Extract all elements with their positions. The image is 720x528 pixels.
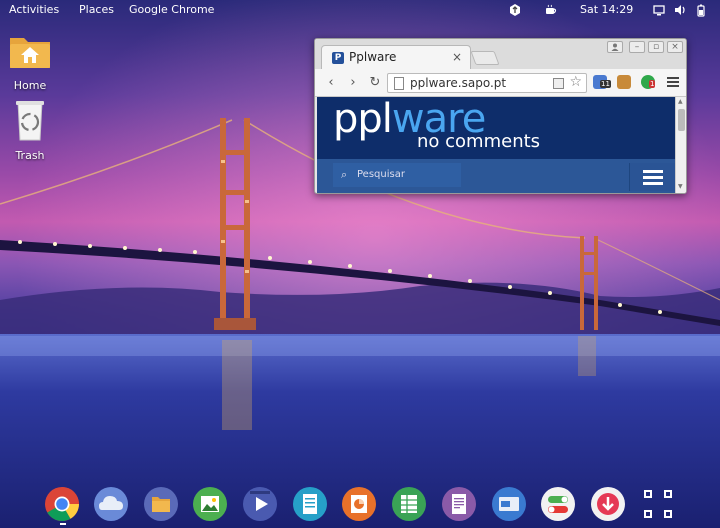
document-icon [293, 487, 327, 521]
scroll-thumb[interactable] [678, 109, 685, 131]
presentation-icon [342, 487, 376, 521]
settings-toggle-icon [541, 487, 575, 521]
volume-icon[interactable] [673, 3, 687, 17]
site-header: pplware no comments [317, 97, 675, 159]
display-icon[interactable] [652, 3, 666, 17]
image-viewer-icon [193, 487, 227, 521]
files-icon [144, 487, 178, 521]
top-panel: Activities Places Google Chrome Sat 14:2… [0, 0, 720, 20]
spreadsheet-icon [392, 487, 426, 521]
tab-pplware[interactable]: P Pplware × [321, 45, 471, 69]
dock-files[interactable] [143, 486, 179, 522]
site-search-input[interactable]: ⌕ Pesquisar [333, 163, 461, 187]
page-content: pplware no comments ⌕ Pesquisar [317, 97, 675, 193]
scroll-up-icon[interactable]: ▲ [678, 98, 683, 105]
text-editor-icon [442, 487, 476, 521]
forward-icon[interactable]: › [345, 75, 361, 91]
running-indicator [60, 523, 66, 525]
tab-title: Pplware [349, 50, 397, 64]
profile-icon[interactable] [607, 41, 623, 53]
browser-window: P Pplware × – ▫ × ‹ › ↻ pplware.sapo.pt … [314, 38, 687, 194]
desktop-icon-label: Trash [15, 149, 45, 162]
coffee-icon[interactable] [544, 3, 558, 17]
window-close-button[interactable]: × [667, 41, 683, 53]
extension-badge-1: 11 [600, 80, 611, 88]
dock-text-editor[interactable] [441, 486, 477, 522]
browser-toolbar: ‹ › ↻ pplware.sapo.pt ☆ 11 1 [315, 69, 686, 97]
home-folder-icon [10, 38, 50, 68]
desktop-icon-trash[interactable]: Trash [0, 98, 60, 162]
ereader-icon [492, 487, 526, 521]
dock-app-grid[interactable] [640, 486, 676, 522]
address-bar[interactable]: pplware.sapo.pt ☆ [387, 73, 587, 93]
favicon-icon: P [332, 52, 344, 64]
minimize-button[interactable]: – [629, 41, 645, 53]
new-tab-button[interactable] [470, 51, 500, 65]
clock[interactable]: Sat 14:29 [580, 3, 633, 16]
page-scrollbar[interactable]: ▲ ▼ [675, 97, 686, 193]
dock-chrome[interactable] [44, 486, 80, 522]
app-menu[interactable]: Google Chrome [129, 3, 214, 16]
cloud-icon [94, 487, 128, 521]
tab-close-icon[interactable]: × [452, 50, 462, 64]
dock-cloud[interactable] [93, 486, 129, 522]
maximize-button[interactable]: ▫ [648, 41, 664, 53]
dock-document[interactable] [292, 486, 328, 522]
extension-icon-2[interactable] [617, 75, 631, 89]
software-center-icon [591, 487, 625, 521]
battery-icon[interactable] [694, 3, 708, 17]
url-text: pplware.sapo.pt [410, 76, 507, 90]
page-icon [394, 77, 404, 90]
activities-button[interactable]: Activities [9, 3, 59, 16]
scroll-down-icon[interactable]: ▼ [678, 183, 683, 190]
reload-icon[interactable]: ↻ [367, 75, 383, 91]
translate-icon[interactable] [553, 78, 564, 89]
search-icon: ⌕ [341, 168, 348, 181]
dock-software-center[interactable] [590, 486, 626, 522]
dock-ereader[interactable] [491, 486, 527, 522]
chrome-icon [45, 487, 79, 521]
app-grid-icon [644, 490, 672, 518]
dock-spreadsheet[interactable] [391, 486, 427, 522]
chrome-menu-icon[interactable] [667, 77, 679, 89]
places-menu[interactable]: Places [79, 3, 114, 16]
search-placeholder: Pesquisar [357, 169, 405, 180]
site-menu-button[interactable] [629, 163, 675, 191]
update-icon[interactable] [508, 3, 522, 17]
dock-presentation[interactable] [341, 486, 377, 522]
logo-ppl: ppl [333, 97, 393, 142]
dock-image-viewer[interactable] [192, 486, 228, 522]
desktop-icon-label: Home [13, 79, 47, 92]
extension-badge-3: 1 [649, 80, 656, 88]
dock-settings[interactable] [540, 486, 576, 522]
tab-strip: P Pplware × – ▫ × [315, 39, 686, 69]
dock-video-player[interactable] [242, 486, 278, 522]
desktop-icon-home[interactable]: Home [0, 30, 60, 92]
back-icon[interactable]: ‹ [323, 75, 339, 91]
video-player-icon [243, 487, 277, 521]
trash-icon [16, 101, 44, 141]
site-tagline: no comments [417, 131, 541, 152]
bookmark-star-icon[interactable]: ☆ [569, 74, 582, 90]
